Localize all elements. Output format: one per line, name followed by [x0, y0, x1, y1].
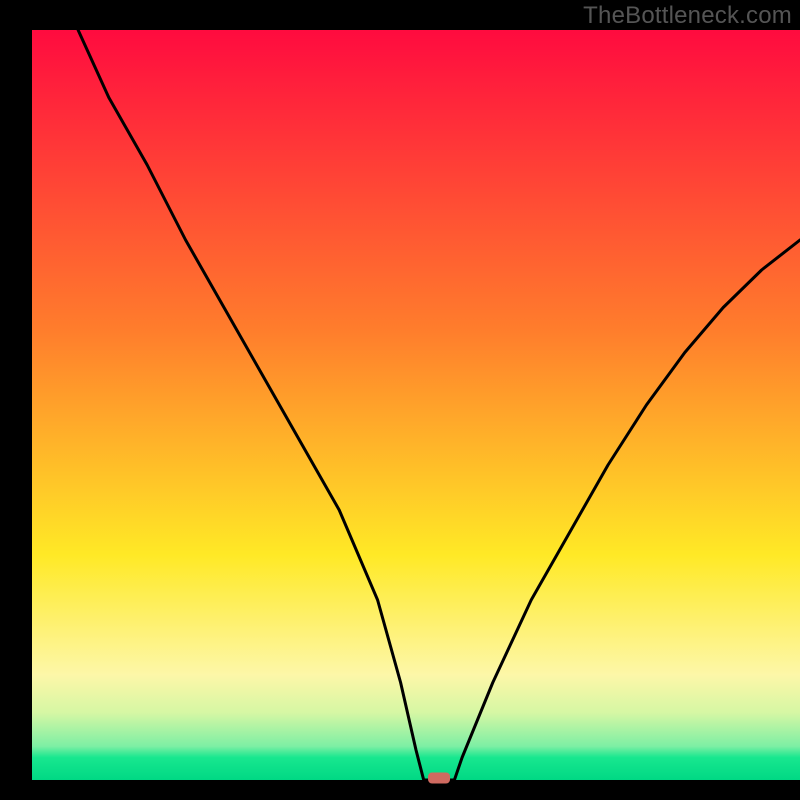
bottleneck-plot [0, 0, 800, 800]
chart-stage: TheBottleneck.com [0, 0, 800, 800]
plot-background [32, 30, 800, 780]
optimum-marker [428, 773, 450, 784]
watermark-text: TheBottleneck.com [583, 2, 792, 30]
